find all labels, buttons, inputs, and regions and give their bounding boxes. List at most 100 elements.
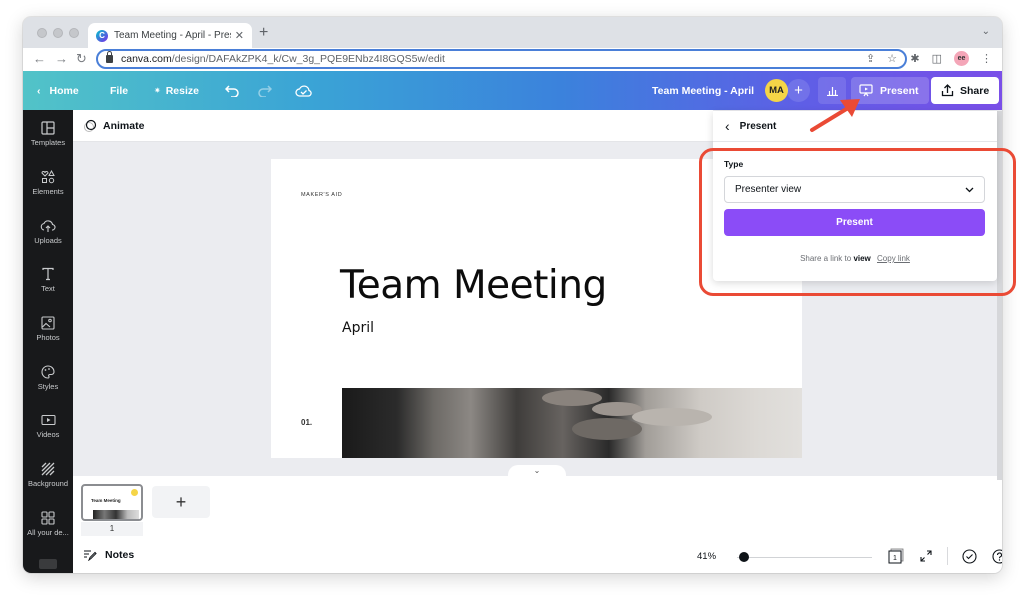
side-panel-icon[interactable]: ◫ [932,52,942,65]
minimize-window-button[interactable] [53,28,63,38]
add-collaborator-button[interactable]: + [787,79,810,102]
thumbnail-collaborator-badge [131,489,138,496]
background-pattern-icon [41,462,55,476]
zoom-slider-handle[interactable] [739,552,749,562]
address-bar[interactable]: canva.com/design/DAFAkZPK4_k/Cw_3g_PQE9E… [96,49,907,69]
redo-button[interactable] [257,71,272,110]
tab-search-chevron-icon[interactable]: ⌄ [982,26,990,37]
sidebar-label: Uploads [34,236,62,245]
undo-icon [225,84,239,97]
file-menu-button[interactable]: File [110,71,128,110]
bar-chart-icon [826,87,838,96]
slide-team-hands-photo[interactable] [342,388,802,458]
svg-text:1: 1 [893,555,897,562]
close-tab-icon[interactable]: ✕ [235,29,244,42]
close-window-button[interactable] [37,28,47,38]
slide-subtitle[interactable]: April [342,320,374,336]
sidebar-item-styles[interactable]: Styles [23,365,73,391]
pages-strip: Team Meeting 1 + [73,476,1002,539]
resize-label: Resize [165,84,199,97]
annotation-highlight-box [699,148,1016,296]
check-button[interactable] [960,547,978,565]
sidebar-item-uploads[interactable]: Uploads [23,219,73,245]
extensions-puzzle-icon[interactable]: ✱ [910,52,919,65]
url-path: /design/DAFAkZPK4_k/Cw_3g_PQE9ENbz4I8GQS… [171,53,445,65]
reload-icon[interactable]: ↻ [76,51,87,67]
context-toolbar: Animate [73,110,713,142]
slide-brand-text[interactable]: MAKER'S AID [301,192,342,198]
profile-avatar[interactable]: ee [954,51,969,66]
animate-button[interactable]: Animate [83,119,144,133]
tab-strip: C Team Meeting - April - Present ✕ + ⌄ [23,17,1002,48]
notes-button[interactable]: Notes [83,549,134,561]
text-icon [42,267,54,281]
cloud-saved-button[interactable] [295,71,312,110]
share-label: Share [960,84,990,97]
cloud-check-icon [295,85,312,97]
page-number: 1 [81,522,143,536]
fullscreen-button[interactable] [917,547,935,565]
slide-title[interactable]: Team Meeting [340,263,607,308]
page-count-button[interactable]: 1 [887,547,905,565]
tab-title: Team Meeting - April - Present [114,30,231,41]
page-thumbnail[interactable]: Team Meeting [81,484,143,521]
sidebar-item-videos[interactable]: Videos [23,414,73,439]
help-question-icon [991,548,1002,564]
back-chevron-icon[interactable]: ‹ [725,118,730,134]
sidebar-label: All your de... [27,528,69,537]
expand-icon [920,550,932,562]
browser-menu-icon[interactable]: ⋮ [981,52,992,65]
sidebar-item-elements[interactable]: Elements [23,170,73,196]
notes-pencil-icon [84,550,97,561]
add-page-button[interactable]: + [152,486,210,518]
sidebar-item-photos[interactable]: Photos [23,316,73,342]
zoom-percentage[interactable]: 41% [697,551,716,562]
back-arrow-icon[interactable]: ← [33,51,46,66]
home-label: Home [49,84,79,97]
maximize-window-button[interactable] [69,28,79,38]
url-host: canva.com [121,53,172,65]
photos-icon [41,316,55,330]
sidebar-label: Elements [32,187,64,196]
present-panel-title: Present [739,120,777,132]
sidebar-more-thumbnail[interactable] [39,559,57,569]
thumbnail-photo [93,510,139,519]
thumbnail-title: Team Meeting [91,498,121,503]
undo-button[interactable] [225,71,240,110]
side-rail: Templates Elements Uploads Text Photos S… [23,110,73,573]
sidebar-item-background[interactable]: Background [23,462,73,488]
upload-share-icon [941,84,954,97]
slide-number-text[interactable]: 01. [301,418,312,427]
check-circle-icon [961,548,977,564]
sidebar-label: Templates [30,138,66,147]
sidebar-label: Background [27,479,69,488]
home-button[interactable]: ‹ Home [37,71,79,110]
resize-button[interactable]: ✷ Resize [154,71,199,110]
videos-icon [40,414,56,426]
sidebar-label: Text [41,284,55,293]
templates-icon [41,121,55,135]
collaborator-avatar[interactable]: MA [765,79,788,102]
share-button[interactable]: Share [931,77,1000,104]
sidebar-label: Photos [36,333,60,342]
styles-palette-icon [41,365,55,379]
bookmark-star-icon[interactable]: ☆ [887,52,897,65]
editor-footer: Notes 41% 1 [73,539,1002,573]
browser-toolbar: ← → ↻ canva.com/design/DAFAkZPK4_k/Cw_3g… [23,48,1002,71]
annotation-arrow-icon [810,99,860,132]
help-button[interactable] [990,547,1002,565]
zoom-slider-track[interactable] [737,557,872,558]
sidebar-item-text[interactable]: Text [23,267,73,293]
sidebar-label: Styles [37,382,59,391]
design-title[interactable]: Team Meeting - April [652,71,754,110]
sidebar-item-all-your-designs[interactable]: All your de... [23,511,73,537]
browser-tab-active[interactable]: C Team Meeting - April - Present ✕ [88,23,252,48]
new-tab-button[interactable]: + [259,24,268,42]
share-page-icon[interactable]: ⇪ [866,52,875,65]
elements-icon [41,170,55,184]
sidebar-item-templates[interactable]: Templates [23,121,73,147]
present-label: Present [880,84,919,97]
forward-arrow-icon[interactable]: → [55,51,68,66]
pages-grid-icon: 1 [888,548,904,564]
footer-divider [947,547,948,565]
